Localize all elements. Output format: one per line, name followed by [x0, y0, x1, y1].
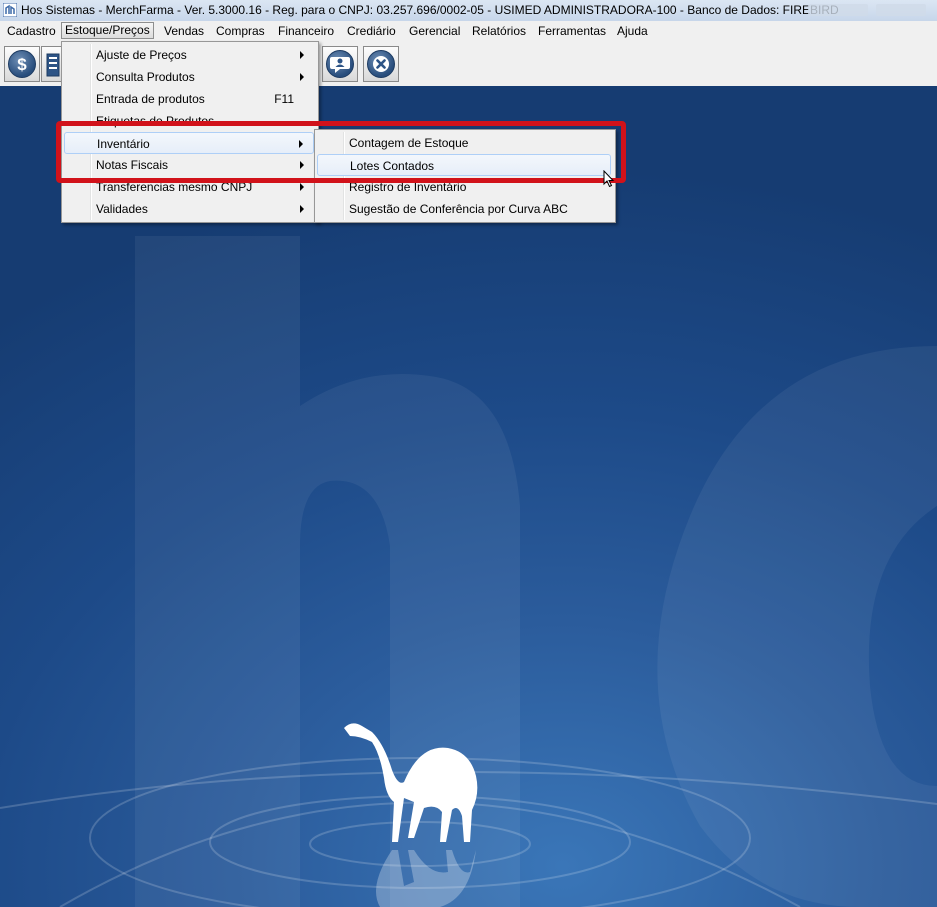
menu-relatorios[interactable]: Relatórios	[469, 23, 529, 39]
submenu-arrow-icon	[300, 73, 304, 81]
title-bar-ghost-text	[808, 4, 868, 16]
menu-item-label: Entrada de produtos	[96, 92, 205, 106]
menu-item-shortcut: F11	[274, 92, 294, 106]
window-title: Hos Sistemas - MerchFarma - Ver. 5.3000.…	[21, 3, 839, 17]
support-button[interactable]	[322, 46, 358, 82]
menu-item-ajuste-de-precos[interactable]: Ajuste de Preços	[64, 44, 314, 66]
dollar-icon: $	[8, 50, 36, 78]
menu-bar: Cadastro Estoque/Preços Vendas Compras F…	[0, 21, 937, 42]
mouse-cursor-icon	[603, 170, 615, 188]
svg-text:$: $	[17, 55, 27, 74]
menu-estoque-precos[interactable]: Estoque/Preços	[61, 22, 154, 39]
title-bar: Hos Sistemas - MerchFarma - Ver. 5.3000.…	[0, 0, 937, 22]
menu-item-validades[interactable]: Validades	[64, 198, 314, 220]
highlight-annotation-box	[56, 121, 626, 183]
submenu-arrow-icon	[300, 183, 304, 191]
menu-item-consulta-produtos[interactable]: Consulta Produtos	[64, 66, 314, 88]
menu-vendas[interactable]: Vendas	[161, 23, 207, 39]
app-icon	[3, 3, 17, 17]
title-bar-ghost-text	[876, 4, 926, 16]
menu-cadastro[interactable]: Cadastro	[4, 23, 59, 39]
menu-item-label: Validades	[96, 202, 148, 216]
menu-item-sugestao-de-conferencia[interactable]: Sugestão de Conferência por Curva ABC	[317, 198, 611, 220]
menu-crediario[interactable]: Crediário	[344, 23, 399, 39]
menu-compras[interactable]: Compras	[213, 23, 268, 39]
menu-ferramentas[interactable]: Ferramentas	[535, 23, 609, 39]
menu-item-label: Ajuste de Preços	[96, 48, 187, 62]
close-icon	[367, 50, 395, 78]
menu-item-label: Consulta Produtos	[96, 70, 195, 84]
menu-financeiro[interactable]: Financeiro	[275, 23, 337, 39]
user-chat-icon	[326, 50, 354, 78]
menu-item-label: Sugestão de Conferência por Curva ABC	[349, 202, 568, 216]
submenu-arrow-icon	[300, 205, 304, 213]
menu-item-entrada-de-produtos[interactable]: Entrada de produtos F11	[64, 88, 314, 110]
document-icon	[46, 53, 60, 77]
document-button[interactable]	[41, 46, 63, 82]
menu-ajuda[interactable]: Ajuda	[614, 23, 651, 39]
menu-gerencial[interactable]: Gerencial	[406, 23, 463, 39]
exit-button[interactable]	[363, 46, 399, 82]
financial-button[interactable]: $	[4, 46, 40, 82]
submenu-arrow-icon	[300, 51, 304, 59]
